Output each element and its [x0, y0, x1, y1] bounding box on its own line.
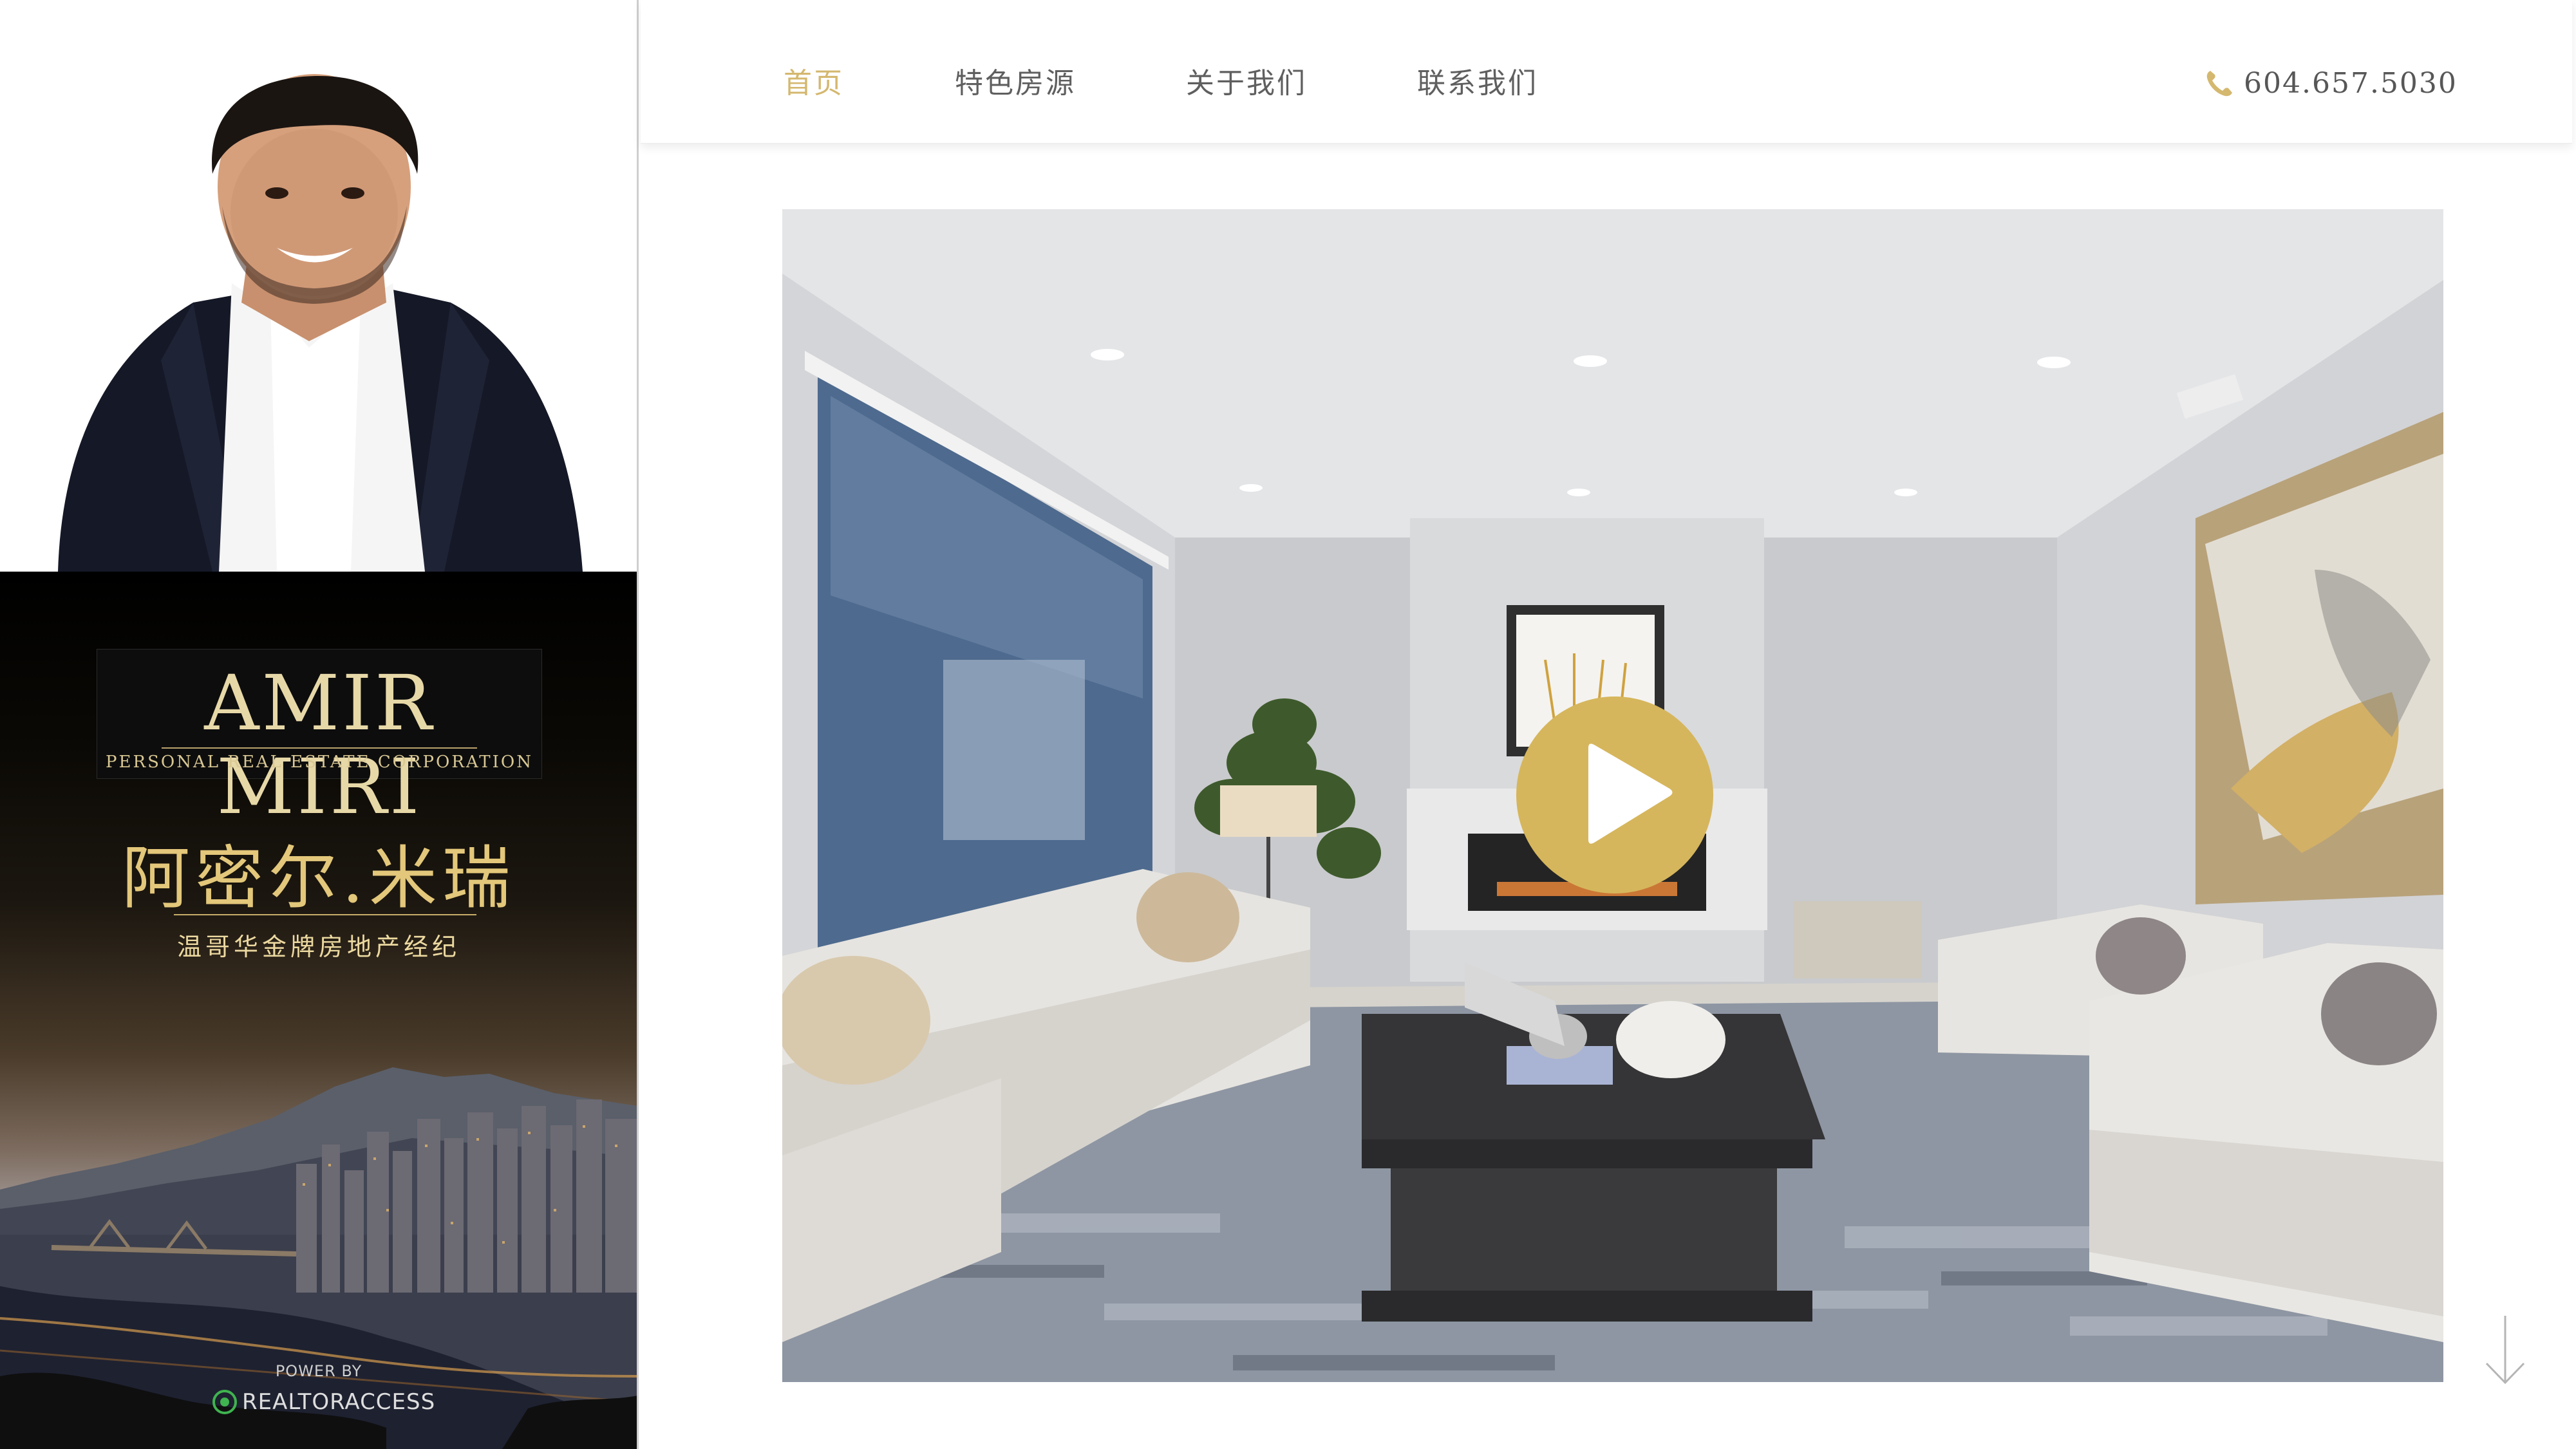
logo-subtitle: PERSONAL REAL ESTATE CORPORATION [106, 753, 533, 772]
nav-item-contact-us[interactable]: 联系我们 [1417, 64, 1538, 103]
phone-link[interactable]: 604.657.5030 [2204, 64, 2458, 103]
scroll-down-button[interactable] [2484, 1314, 2526, 1385]
agent-brand-card: AMIR MIRI PERSONAL REAL ESTATE CORPORATI… [0, 572, 637, 1449]
nav-item-about-us[interactable]: 关于我们 [1186, 64, 1307, 103]
arrow-down-icon [2485, 1316, 2525, 1385]
hero-video[interactable] [782, 209, 2443, 1382]
agent-photo [58, 74, 583, 572]
phone-number: 604.657.5030 [2244, 67, 2458, 100]
power-by-label: POWER BY [275, 1362, 362, 1380]
realtoraccess-logo-icon [212, 1390, 237, 1414]
phone-icon [2206, 71, 2232, 97]
logo-divider [162, 747, 477, 749]
name-divider [174, 914, 476, 915]
top-navigation: 首页 特色房源 关于我们 联系我们 604.657.5030 [641, 0, 2572, 144]
agent-title-chinese: 温哥华金牌房地产经纪 [176, 933, 460, 961]
nav-item-featured-listings[interactable]: 特色房源 [955, 64, 1076, 103]
agent-portrait [0, 0, 637, 572]
logo-name: AMIR MIRI [204, 659, 435, 831]
nav-item-home[interactable]: 首页 [784, 64, 844, 103]
play-video-button[interactable] [1516, 696, 1713, 893]
agent-logo: AMIR MIRI PERSONAL REAL ESTATE CORPORATI… [97, 649, 542, 828]
agent-name-chinese: 阿密尔.米瑞 [122, 839, 516, 918]
realtoraccess-brand[interactable]: REALTORACCESS [212, 1388, 435, 1416]
vancouver-skyline-image [0, 1067, 637, 1449]
play-icon [1516, 696, 1713, 893]
agent-sidebar: AMIR MIRI PERSONAL REAL ESTATE CORPORATI… [0, 0, 639, 1449]
platform-name: REALTORACCESS [242, 1389, 436, 1415]
